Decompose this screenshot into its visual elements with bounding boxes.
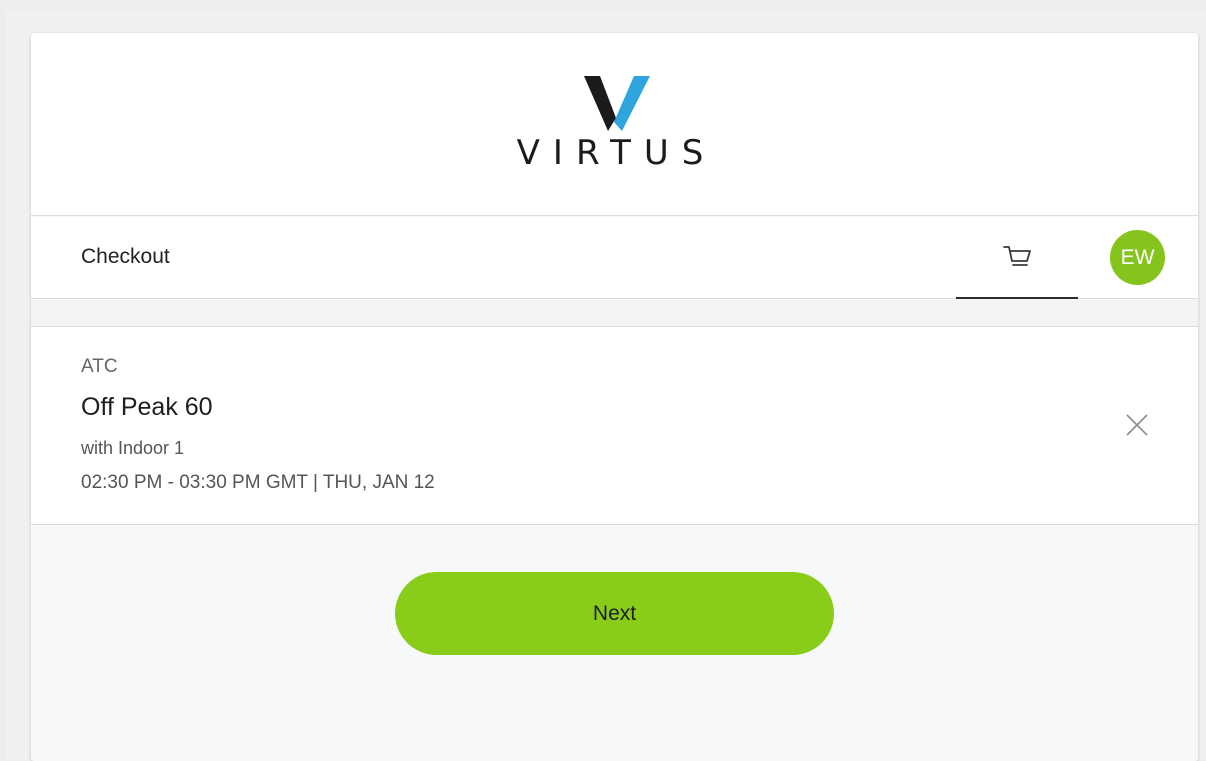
user-avatar[interactable]: EW xyxy=(1110,230,1165,285)
cart-icon xyxy=(1003,246,1031,266)
next-button[interactable]: Next xyxy=(395,572,834,655)
header: VIRTUS xyxy=(31,33,1198,216)
cart-tab[interactable] xyxy=(956,217,1078,299)
page-title: Checkout xyxy=(81,245,170,268)
remove-item-button[interactable] xyxy=(1121,409,1153,441)
page-background: VIRTUS Checkout EW ATC Off Peak 60 with … xyxy=(6,10,1206,761)
logo-wordmark: VIRTUS xyxy=(516,133,717,173)
checkout-footer: Next xyxy=(31,525,1198,761)
virtus-logo: VIRTUS xyxy=(494,63,726,178)
close-icon xyxy=(1126,414,1148,436)
section-divider xyxy=(31,300,1198,326)
top-nav: Checkout EW xyxy=(31,217,1198,299)
item-venue: ATC xyxy=(81,356,118,377)
item-court: with Indoor 1 xyxy=(81,438,185,458)
cart-item: ATC Off Peak 60 with Indoor 1 02:30 PM -… xyxy=(31,326,1198,525)
virtus-logo-mark-icon xyxy=(584,76,650,131)
item-time: 02:30 PM - 03:30 PM GMT | THU, JAN 12 xyxy=(81,472,435,493)
checkout-card: VIRTUS Checkout EW ATC Off Peak 60 with … xyxy=(31,33,1198,761)
item-name: Off Peak 60 xyxy=(81,393,213,421)
